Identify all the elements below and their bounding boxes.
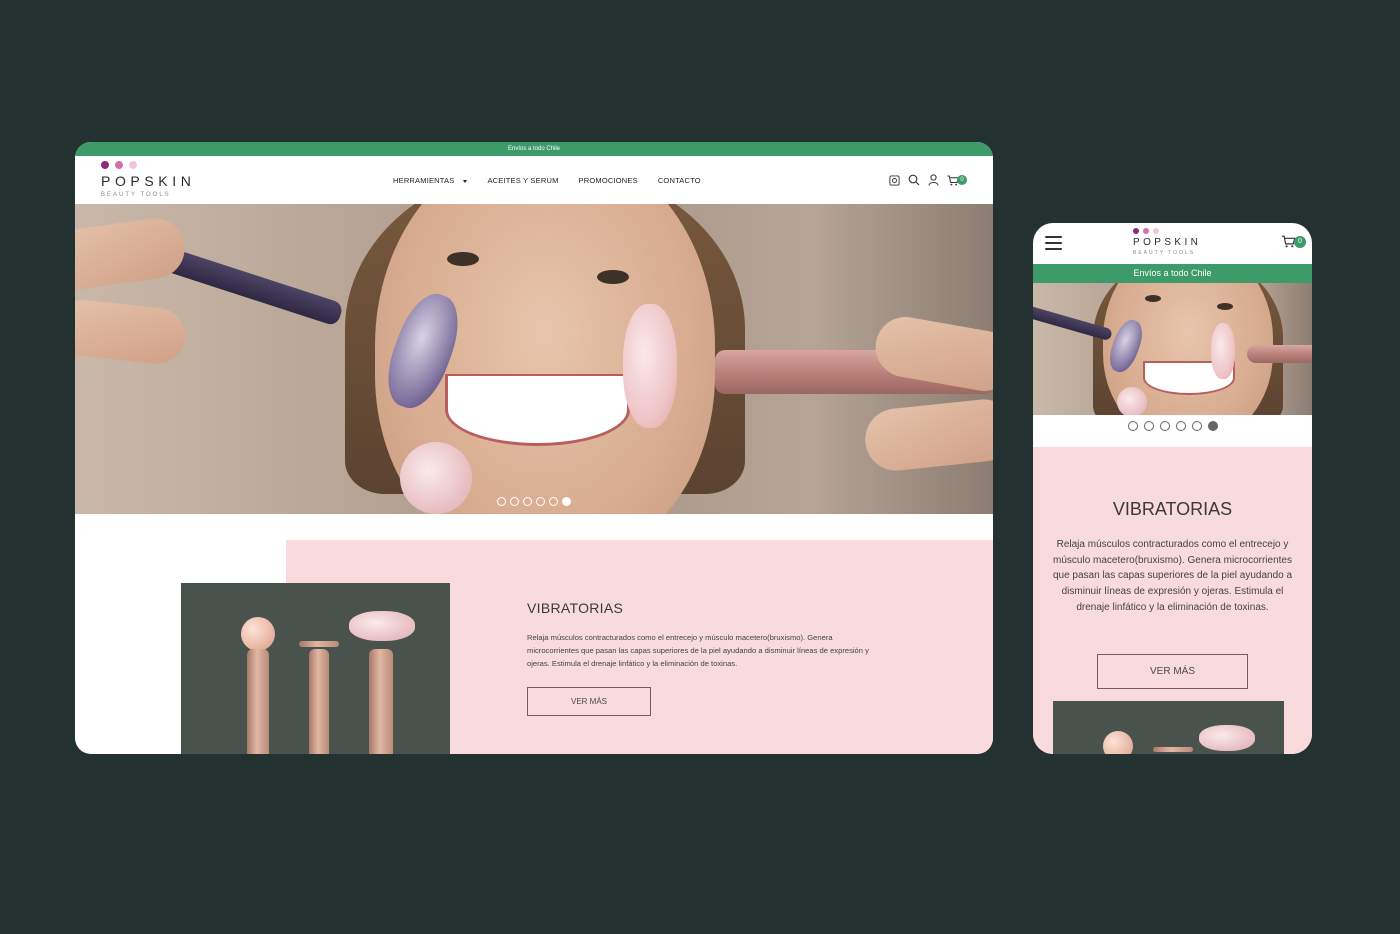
logo-wordmark: POPSKIN — [1133, 237, 1202, 248]
slider-dot[interactable] — [549, 497, 558, 506]
hero-slider[interactable] — [75, 204, 993, 514]
nav-item-promociones[interactable]: PROMOCIONES — [579, 176, 638, 185]
slider-dots — [1128, 421, 1218, 431]
cart-count-badge: 0 — [957, 175, 967, 185]
roller-stone — [349, 611, 415, 641]
hero-eye — [597, 270, 629, 284]
search-icon[interactable] — [908, 174, 920, 186]
slider-dot[interactable] — [510, 497, 519, 506]
nav-item-aceites[interactable]: ACEITES Y SERUM — [487, 176, 558, 185]
main-nav: HERRAMIENTAS ACEITES Y SERUM PROMOCIONES… — [393, 176, 701, 185]
logo-dots — [1133, 228, 1201, 234]
roller-stone — [1199, 725, 1255, 751]
hamburger-menu-icon[interactable] — [1045, 236, 1062, 254]
feature-title: VIBRATORIAS — [1112, 499, 1233, 519]
brand-logo[interactable]: POPSKIN BEAUTY TOOLS — [101, 161, 195, 198]
rose-quartz-stone — [1211, 323, 1235, 379]
logo-tagline: BEAUTY TOOLS — [1133, 250, 1196, 256]
mobile-mockup: POPSKIN BEAUTY TOOLS 0 Envíos a todo Chi… — [1033, 223, 1312, 754]
product-roller — [247, 649, 269, 754]
feature-description: Relaja músculos contracturados como el e… — [1052, 539, 1293, 613]
caret-down-icon — [463, 179, 468, 183]
roller-handle — [1247, 345, 1312, 363]
ver-mas-button[interactable]: VER MÁS — [1097, 654, 1248, 689]
logo-tagline: BEAUTY TOOLS — [101, 192, 171, 198]
logo-dot — [1133, 228, 1139, 234]
rose-quartz-stone — [623, 304, 677, 428]
product-roller — [369, 649, 393, 754]
logo-dot — [1153, 228, 1159, 234]
roller-ball — [1103, 731, 1133, 754]
user-icon[interactable] — [928, 174, 939, 186]
hero-eye — [1217, 303, 1233, 310]
nav-label: HERRAMIENTAS — [393, 176, 455, 185]
logo-dot — [1143, 228, 1149, 234]
nav-item-contacto[interactable]: CONTACTO — [658, 176, 701, 185]
roller-ball — [241, 617, 275, 651]
product-photo — [1053, 701, 1284, 754]
slider-dot[interactable] — [536, 497, 545, 506]
logo-dot — [101, 161, 109, 169]
product-tbar — [299, 641, 339, 647]
cart-count-badge: 0 — [1294, 235, 1306, 248]
hero-eye — [447, 252, 479, 266]
product-roller — [309, 649, 329, 754]
cart-icon[interactable]: 0 — [1281, 235, 1306, 248]
mobile-header: POPSKIN BEAUTY TOOLS 0 — [1033, 223, 1312, 264]
product-photo — [181, 583, 450, 754]
announcement-bar: Envíos a todo Chile — [1033, 264, 1312, 283]
ver-mas-button[interactable]: VER MÁS — [527, 687, 651, 716]
header-icons: 0 — [889, 174, 967, 186]
cart-icon[interactable]: 0 — [947, 175, 967, 186]
slider-dot[interactable] — [1160, 421, 1170, 431]
slider-dot[interactable] — [1192, 421, 1202, 431]
hero-smile — [445, 374, 630, 446]
nav-item-herramientas[interactable]: HERRAMIENTAS — [393, 176, 468, 185]
logo-dots — [101, 161, 195, 169]
instagram-icon[interactable] — [889, 174, 900, 186]
slider-dot[interactable] — [562, 497, 571, 506]
slider-dot[interactable] — [497, 497, 506, 506]
quartz-ball — [400, 442, 472, 514]
slider-dot[interactable] — [523, 497, 532, 506]
slider-dots — [497, 497, 571, 506]
logo-wordmark: POPSKIN — [101, 173, 196, 189]
hero-eye — [1145, 295, 1161, 302]
feature-description: Relaja músculos contracturados como el e… — [527, 633, 869, 668]
announcement-bar: Envíos a todo Chile — [75, 142, 993, 156]
slider-dot[interactable] — [1176, 421, 1186, 431]
slider-dot[interactable] — [1208, 421, 1218, 431]
desktop-mockup: Envíos a todo Chile POPSKIN BEAUTY TOOLS… — [75, 142, 993, 754]
feature-title: VIBRATORIAS — [527, 600, 624, 616]
slider-dot[interactable] — [1144, 421, 1154, 431]
product-tbar — [1153, 747, 1193, 752]
site-header: POPSKIN BEAUTY TOOLS HERRAMIENTAS ACEITE… — [75, 156, 993, 204]
logo-dot — [115, 161, 123, 169]
quartz-ball — [1117, 387, 1147, 415]
hero-slider[interactable] — [1033, 283, 1312, 415]
brand-logo[interactable]: POPSKIN BEAUTY TOOLS — [1133, 228, 1201, 256]
slider-dot[interactable] — [1128, 421, 1138, 431]
logo-dot — [129, 161, 137, 169]
